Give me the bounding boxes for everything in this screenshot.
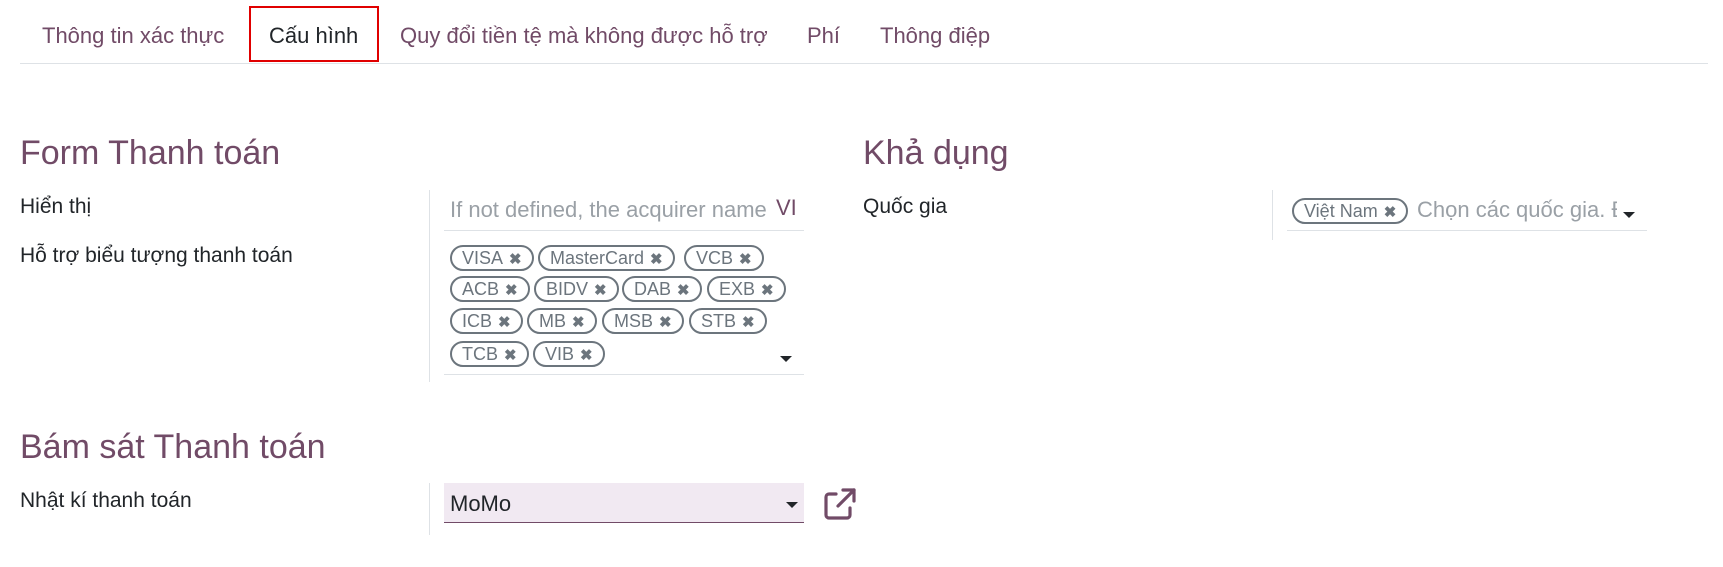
section-title-payment-followup: Bám sát Thanh toán [20, 428, 326, 466]
remove-tag-icon[interactable]: ✖ [761, 280, 774, 302]
payment-journal-label: Nhật kí thanh toán [20, 489, 192, 512]
remove-tag-icon[interactable]: ✖ [572, 312, 585, 334]
chevron-down-icon[interactable] [780, 356, 792, 362]
input-underline [1287, 230, 1647, 231]
tag-icb: ICB ✖ [450, 308, 523, 334]
payment-journal-select[interactable]: MoMo [444, 483, 804, 523]
tag-visa: VISA ✖ [450, 245, 534, 271]
tag-bidv: BIDV ✖ [534, 276, 619, 302]
input-underline [444, 374, 804, 375]
remove-tag-icon[interactable]: ✖ [742, 312, 755, 334]
remove-tag-icon[interactable]: ✖ [504, 345, 517, 367]
payment-journal-value: MoMo [450, 491, 512, 516]
remove-tag-icon[interactable]: ✖ [505, 280, 518, 302]
country-search-input[interactable]: Chọn các quốc gia. Để trống để khả dụng … [1417, 197, 1617, 223]
tab-bar: Thông tin xác thực Cấu hình Quy đổi tiền… [20, 0, 1708, 64]
display-label: Hiển thị [20, 195, 92, 218]
remove-tag-icon[interactable]: ✖ [1384, 202, 1397, 224]
remove-tag-icon[interactable]: ✖ [580, 345, 593, 367]
tab-configuration[interactable]: Cấu hình [249, 0, 379, 63]
tag-msb: MSB ✖ [602, 308, 684, 334]
tag-mastercard: MasterCard ✖ [538, 245, 675, 271]
tag-mb: MB ✖ [527, 308, 597, 334]
country-label: Quốc gia [863, 195, 948, 218]
chevron-down-icon[interactable] [1623, 212, 1635, 218]
highlight-box [249, 6, 379, 62]
tab-fees[interactable]: Phí [807, 0, 840, 63]
remove-tag-icon[interactable]: ✖ [739, 249, 752, 271]
tab-messages[interactable]: Thông điệp [880, 0, 990, 63]
tag-exb: EXB ✖ [707, 276, 786, 302]
field-divider [1272, 190, 1273, 240]
field-divider [429, 190, 430, 382]
remove-tag-icon[interactable]: ✖ [650, 249, 663, 271]
remove-tag-icon[interactable]: ✖ [677, 280, 690, 302]
tag-tcb: TCB ✖ [450, 341, 529, 367]
tag-stb: STB ✖ [689, 308, 767, 334]
input-underline [444, 230, 804, 231]
section-title-availability: Khả dụng [863, 134, 1009, 172]
chevron-down-icon[interactable] [786, 502, 798, 508]
section-title-payment-form: Form Thanh toán [20, 134, 281, 172]
tab-unsupported-currency[interactable]: Quy đổi tiền tệ mà không được hỗ trợ [400, 0, 768, 63]
tab-credentials[interactable]: Thông tin xác thực [42, 0, 224, 63]
tag-vib: VIB ✖ [533, 341, 605, 367]
field-divider [429, 483, 430, 535]
tag-dab: DAB ✖ [622, 276, 702, 302]
remove-tag-icon[interactable]: ✖ [659, 312, 672, 334]
display-name-input[interactable]: If not defined, the acquirer name [450, 197, 768, 223]
remove-tag-icon[interactable]: ✖ [498, 312, 511, 334]
tag-acb: ACB ✖ [450, 276, 530, 302]
remove-tag-icon[interactable]: ✖ [594, 280, 607, 302]
tag-vcb: VCB ✖ [684, 245, 764, 271]
payment-icons-label: Hỗ trợ biểu tượng thanh toán [20, 244, 293, 267]
external-link-icon[interactable] [823, 487, 857, 521]
tag-country-vietnam: Việt Nam ✖ [1292, 198, 1409, 224]
remove-tag-icon[interactable]: ✖ [509, 249, 522, 271]
language-code[interactable]: VI [776, 195, 797, 221]
